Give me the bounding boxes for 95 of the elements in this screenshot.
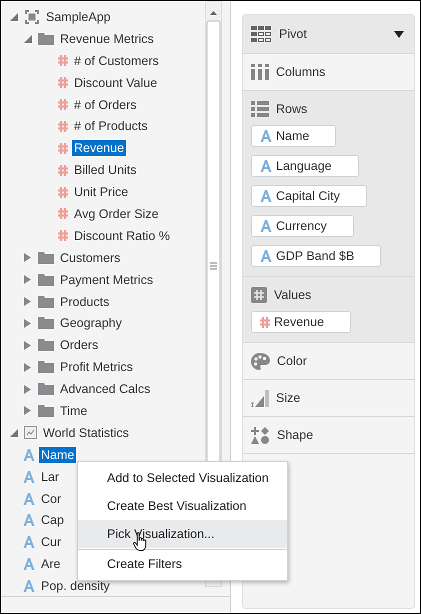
tree-item[interactable]: Cap bbox=[39, 512, 66, 528]
folder-icon bbox=[38, 404, 54, 417]
hash-icon bbox=[58, 55, 68, 66]
pivot-grid-icon bbox=[251, 26, 272, 42]
hash-icon bbox=[58, 208, 68, 220]
tree-item[interactable]: Pop. density bbox=[39, 578, 112, 594]
tree-item[interactable]: Time bbox=[58, 402, 90, 419]
folder-icon bbox=[38, 32, 54, 45]
folder-icon bbox=[38, 339, 54, 352]
tree-item[interactable]: Discount Value bbox=[72, 74, 160, 91]
field-chip[interactable]: GDP Band $B bbox=[251, 245, 382, 267]
folder-icon bbox=[38, 274, 54, 286]
dropdown-caret-icon[interactable] bbox=[394, 30, 404, 38]
expand-arrow-icon[interactable] bbox=[23, 384, 32, 394]
letter-a-icon bbox=[260, 250, 272, 262]
section-label: Color bbox=[277, 354, 307, 368]
tree-item[interactable]: Profit Metrics bbox=[58, 359, 135, 376]
expand-arrow-icon[interactable] bbox=[23, 253, 32, 262]
expand-arrow-icon[interactable] bbox=[23, 406, 32, 416]
tree-item[interactable]: Customers bbox=[58, 250, 122, 266]
tree-item[interactable]: Name bbox=[39, 446, 76, 463]
menu-item[interactable]: Pick Visualization... bbox=[78, 520, 287, 548]
hash-icon bbox=[260, 316, 270, 328]
folder-icon bbox=[38, 317, 54, 330]
folder-icon bbox=[38, 296, 54, 308]
collapse-arrow-icon[interactable] bbox=[9, 12, 18, 22]
letter-a-icon bbox=[260, 130, 272, 142]
folder-icon bbox=[38, 361, 54, 374]
hash-icon bbox=[58, 164, 68, 176]
tree-item[interactable]: Discount Ratio % bbox=[72, 228, 172, 244]
palette-icon bbox=[251, 352, 270, 370]
hash-icon bbox=[58, 186, 68, 198]
dataset-icon bbox=[24, 426, 37, 440]
hash-icon bbox=[58, 120, 68, 132]
tree-item[interactable]: # of Customers bbox=[72, 52, 161, 69]
hash-icon bbox=[58, 142, 68, 154]
app-icon bbox=[24, 8, 40, 25]
tree-item[interactable]: Lar bbox=[39, 468, 62, 485]
tree-item[interactable]: Products bbox=[58, 294, 112, 310]
letter-a-icon bbox=[260, 220, 272, 232]
expand-arrow-icon[interactable] bbox=[23, 362, 32, 372]
rows-icon bbox=[251, 101, 269, 117]
field-chip[interactable]: Language bbox=[251, 155, 359, 177]
letter-a-icon bbox=[23, 514, 35, 526]
tree-item[interactable]: Unit Price bbox=[72, 184, 130, 200]
expand-arrow-icon[interactable] bbox=[23, 340, 32, 350]
tree-item[interactable]: Revenue bbox=[72, 140, 126, 156]
collapse-arrow-icon[interactable] bbox=[9, 428, 18, 438]
tree-item[interactable]: Orders bbox=[58, 337, 100, 354]
tree-item[interactable]: Cur bbox=[39, 534, 64, 550]
field-chip[interactable]: Currency bbox=[251, 215, 354, 237]
section-label: Values bbox=[274, 288, 312, 302]
tree-item[interactable]: Payment Metrics bbox=[58, 272, 156, 288]
tree-item[interactable]: World Statistics bbox=[41, 424, 131, 441]
columns-icon bbox=[251, 64, 269, 80]
expand-arrow-icon[interactable] bbox=[23, 297, 32, 306]
section-label: Shape bbox=[277, 428, 314, 442]
tree-item[interactable]: SampleApp bbox=[44, 8, 113, 25]
hash-icon bbox=[58, 230, 68, 242]
letter-a-icon bbox=[23, 470, 35, 483]
field-chip[interactable]: Name bbox=[251, 125, 336, 147]
tree-item[interactable]: Are bbox=[39, 556, 62, 572]
field-chip[interactable]: Revenue bbox=[251, 311, 352, 333]
folder-icon bbox=[38, 252, 54, 264]
size-icon bbox=[251, 390, 269, 406]
tree-item[interactable]: Billed Units bbox=[72, 162, 139, 178]
tree-item[interactable]: Geography bbox=[58, 315, 124, 332]
tree-item[interactable]: Advanced Calcs bbox=[58, 381, 152, 398]
menu-item[interactable]: Create Best Visualization bbox=[78, 492, 287, 520]
collapse-arrow-icon[interactable] bbox=[23, 34, 32, 44]
menu-item[interactable]: Add to Selected Visualization bbox=[78, 464, 287, 492]
expand-arrow-icon[interactable] bbox=[23, 318, 32, 328]
letter-a-icon bbox=[23, 558, 35, 570]
tree-item[interactable]: Cor bbox=[39, 490, 64, 507]
menu-item[interactable]: Create Filters bbox=[78, 549, 287, 578]
letter-a-icon bbox=[23, 448, 35, 461]
letter-a-icon bbox=[23, 492, 35, 505]
tree-item[interactable]: # of Orders bbox=[72, 96, 139, 112]
letter-a-icon bbox=[260, 190, 272, 202]
hash-icon bbox=[251, 287, 267, 303]
letter-a-icon bbox=[23, 580, 35, 592]
tree-item[interactable]: # of Products bbox=[72, 118, 150, 134]
folder-icon bbox=[38, 383, 54, 396]
section-label: Rows bbox=[276, 102, 308, 116]
hash-icon bbox=[58, 99, 68, 110]
field-chip[interactable]: Capital City bbox=[251, 185, 367, 207]
letter-a-icon bbox=[260, 160, 272, 172]
expand-arrow-icon[interactable] bbox=[23, 275, 32, 284]
tree-item[interactable]: Revenue Metrics bbox=[58, 30, 156, 47]
tree-item[interactable]: Avg Order Size bbox=[72, 206, 161, 222]
section-label: Columns bbox=[276, 65, 326, 79]
section-label: Size bbox=[276, 391, 300, 405]
shapes-icon bbox=[251, 426, 270, 444]
hash-icon bbox=[58, 77, 68, 88]
letter-a-icon bbox=[23, 536, 35, 548]
